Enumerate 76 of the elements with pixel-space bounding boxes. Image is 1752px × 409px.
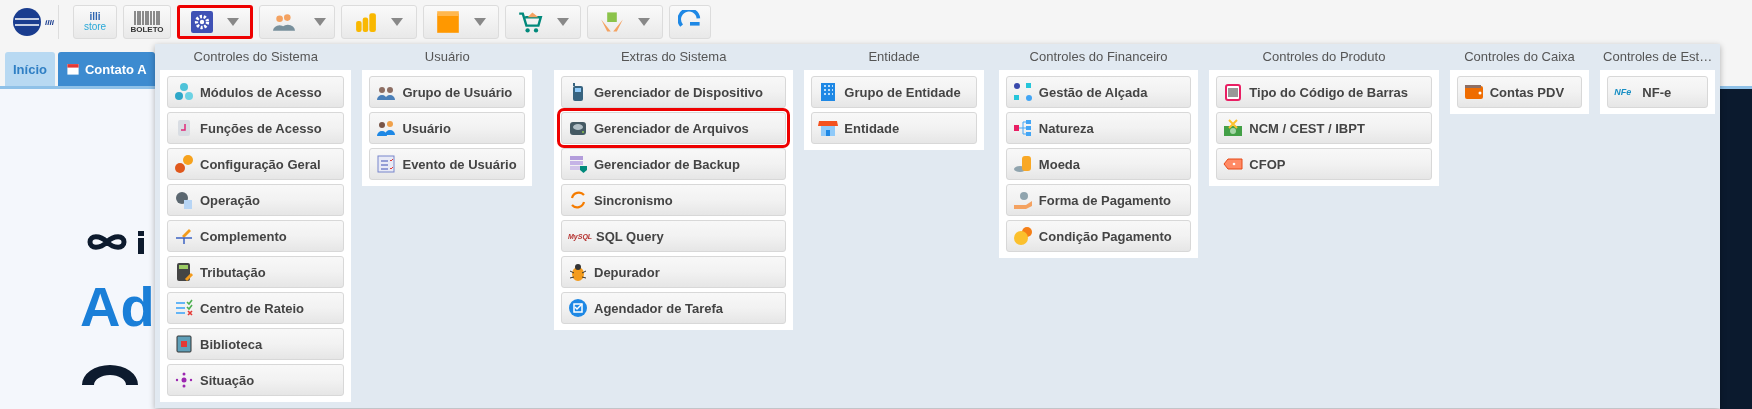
cubes-icon [174,82,194,102]
menu-item[interactable]: Grupo de Usuário [369,76,525,108]
column-title: Controles do Sistema [192,48,319,66]
menu-item[interactable]: Centro de Rateio [167,292,345,324]
menu-item[interactable]: Complemento [167,220,345,252]
barcode-icon [134,10,160,25]
menu-dropdown[interactable] [177,5,253,39]
flow-icon [1012,82,1033,102]
store-icon [818,118,839,138]
menu-item[interactable]: Grupo de Entidade [811,76,977,108]
money-icon [1223,118,1244,138]
cart-icon [517,10,543,34]
coins-icon [355,11,377,33]
column-title: Controles do Caixa [1463,48,1576,66]
logo-text: illi [45,17,54,27]
menu-item[interactable]: Gerenciador de Backup [561,148,787,180]
menu-item[interactable]: Moeda [1005,148,1192,180]
menu-item[interactable]: Tributação [167,256,345,288]
dots-icon [174,370,194,390]
tree-icon [1012,118,1033,138]
globe-logo [12,7,43,37]
checkbox-icon [568,298,588,318]
checklist-icon [174,298,194,318]
menu-item[interactable]: Operação [167,184,345,216]
column-title: Controles do Produto [1261,48,1387,66]
menu-item[interactable]: Módulos de Acesso [167,76,345,108]
menu-item[interactable]: Gerenciador de Dispositivo [561,76,787,108]
menu-item[interactable]: CFOP [1216,148,1432,180]
calendar-icon [65,62,80,76]
column-title: Controles de Est… [1602,48,1714,66]
menu-item[interactable]: Natureza [1005,112,1192,144]
barcode-icon [1223,82,1244,102]
menu-item[interactable]: NFe NF-e [1607,76,1708,108]
caret-icon [638,18,650,26]
calculator-icon [174,262,194,282]
tab[interactable]: Contato A [57,52,155,86]
boleto-button[interactable]: BOLETO [123,5,171,39]
menu-item[interactable]: Evento de Usuário [369,148,525,180]
caret-icon [557,18,569,26]
menu-item[interactable]: Contas PDV [1456,76,1583,108]
coins-icon [1012,154,1033,174]
user-pair-icon [376,118,397,138]
caret-icon [227,18,239,26]
menu-item[interactable]: Usuário [369,112,525,144]
sync-icon [568,190,588,210]
database-icon [568,154,588,174]
refresh-button[interactable] [669,5,711,39]
column-title: Controles do Financeiro [1028,48,1169,66]
column-title: Extras do Sistema [619,48,728,66]
menu-item[interactable]: Configuração Geral [167,148,345,180]
caret-icon [314,18,326,26]
menu-item[interactable]: Sincronismo [561,184,787,216]
menu-item[interactable]: NCM / CEST / IBPT [1216,112,1432,144]
box-icon [436,10,460,34]
menu-item[interactable]: Forma de Pagamento [1005,184,1192,216]
menu-item[interactable]: Agendador de Tarefa [561,292,787,324]
wallet-icon [1463,82,1484,102]
menu-item[interactable]: Gestão de Alçada [1005,76,1192,108]
bug-icon [568,262,588,282]
list-icon [376,154,397,174]
menu-item[interactable]: Depurador [561,256,787,288]
caret-icon [391,18,403,26]
menu-item[interactable]: Biblioteca [167,328,345,360]
column-title: Usuário [423,48,471,66]
column-title: Entidade [867,48,921,66]
menu-item[interactable]: Condição Pagamento [1005,220,1192,252]
menu-item[interactable]: Entidade [811,112,977,144]
page-heading: Ad [80,279,155,335]
store-button[interactable]: illi store [73,5,117,39]
caret-icon [474,18,486,26]
menu-item[interactable]: Situação [167,364,345,396]
hand-icon [1012,190,1033,210]
coin-icon [1012,226,1033,246]
menu-item[interactable]: Tipo do Código de Barras [1216,76,1432,108]
arc-drawing [80,365,140,385]
menu-item[interactable]: Funções de Acesso [167,112,345,144]
